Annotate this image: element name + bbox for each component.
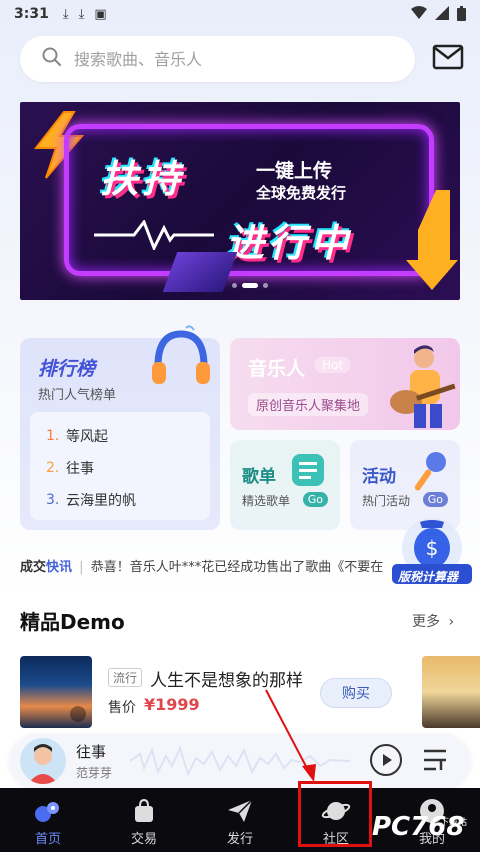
chevron-right-icon: › bbox=[448, 614, 455, 630]
demo-section-title: 精品Demo bbox=[20, 610, 125, 634]
tab-home[interactable]: 首页 bbox=[0, 788, 96, 852]
banner-line2: 全球免费发行 bbox=[256, 184, 347, 202]
play-icon bbox=[70, 706, 86, 722]
microphone-icon bbox=[410, 450, 450, 498]
artist-subtitle: 原创音乐人聚集地 bbox=[248, 393, 369, 416]
ranking-number: 1. bbox=[46, 428, 60, 444]
ranking-song-name: 往事 bbox=[66, 461, 94, 477]
ticker-highlight: 快讯 bbox=[46, 560, 73, 575]
search-box[interactable] bbox=[20, 36, 415, 82]
ranking-number: 3. bbox=[46, 492, 60, 508]
ranking-item[interactable]: 2. 往事 bbox=[46, 452, 210, 484]
ranking-item[interactable]: 3. 云海里的帆 bbox=[46, 484, 210, 516]
demo-cover[interactable] bbox=[20, 656, 92, 728]
playlist-icon bbox=[290, 450, 330, 494]
status-time: 3:31 bbox=[14, 6, 49, 22]
guitarist-illustration-icon bbox=[380, 344, 460, 430]
carousel-indicator bbox=[232, 283, 268, 288]
ranking-title: 排行榜 bbox=[38, 358, 96, 380]
artist-card[interactable]: 音乐人 Hot 原创音乐人聚集地 bbox=[230, 338, 460, 430]
play-button[interactable] bbox=[370, 744, 402, 776]
royalty-calculator-button[interactable]: $ 版税计算器 bbox=[392, 518, 472, 592]
more-link[interactable]: 更多 › bbox=[412, 611, 454, 631]
playlist-menu-icon[interactable] bbox=[422, 748, 448, 776]
tab-trade[interactable]: 交易 bbox=[96, 788, 192, 852]
ticker-divider: | bbox=[79, 560, 84, 575]
tab-label: 首页 bbox=[34, 832, 61, 847]
ranking-song-name: 等风起 bbox=[66, 429, 108, 445]
signal-icon bbox=[435, 6, 449, 25]
tab-label: 交易 bbox=[130, 832, 157, 847]
tab-publish[interactable]: 发行 bbox=[192, 788, 288, 852]
banner-headline-top: 扶持 bbox=[100, 156, 185, 201]
carousel-dot bbox=[263, 283, 268, 288]
price-value: ¥1999 bbox=[144, 695, 200, 714]
player-artist: 范芽芽 bbox=[76, 766, 113, 780]
status-bar: 3:31 ⤓ ⤓ ▣ bbox=[0, 0, 480, 28]
search-icon bbox=[42, 47, 62, 71]
ticker-prefix: 成交 bbox=[20, 560, 47, 575]
activity-subtitle: 热门活动 bbox=[362, 494, 411, 508]
shopping-bag-icon bbox=[132, 798, 156, 824]
home-icon bbox=[33, 798, 63, 824]
artist-title: 音乐人 bbox=[248, 358, 306, 380]
watermark-sub: 下载站 bbox=[440, 818, 468, 828]
activity-title: 活动 bbox=[362, 467, 396, 487]
carousel-dot bbox=[232, 283, 237, 288]
banner-line1: 一键上传 bbox=[256, 160, 333, 182]
annotation-highlight-box bbox=[298, 781, 372, 847]
ranking-item[interactable]: 1. 等风起 bbox=[46, 420, 210, 452]
decorative-cube bbox=[162, 252, 238, 292]
annotation-arrow bbox=[262, 686, 322, 790]
search-row bbox=[20, 36, 464, 82]
buy-button[interactable]: 购买 bbox=[320, 678, 392, 708]
price-label: 售价 bbox=[108, 700, 136, 716]
mini-player[interactable]: 往事 范芽芽 bbox=[10, 734, 470, 788]
wifi-icon bbox=[411, 6, 427, 25]
ranking-list: 1. 等风起 2. 往事 3. 云海里的帆 bbox=[30, 412, 210, 520]
carousel-dot-active bbox=[242, 283, 258, 288]
mail-icon[interactable] bbox=[432, 44, 464, 72]
download-icon: ⤓ bbox=[78, 6, 85, 22]
demo-cover-next[interactable] bbox=[422, 656, 480, 728]
banner-headline-bottom: 进行中 bbox=[226, 220, 353, 265]
tab-label: 发行 bbox=[226, 832, 253, 847]
genre-tag: 流行 bbox=[108, 668, 143, 687]
more-label: 更多 bbox=[412, 614, 440, 630]
battery-icon bbox=[457, 6, 466, 25]
promo-banner[interactable]: 扶持 一键上传 全球免费发行 进行中 bbox=[20, 102, 460, 300]
activity-go-badge: Go bbox=[422, 492, 448, 507]
heartbeat-wave-icon bbox=[94, 218, 214, 254]
arrow-decoration-icon bbox=[398, 190, 458, 294]
songlist-subtitle: 精选歌单 bbox=[242, 494, 291, 508]
avatar bbox=[20, 738, 66, 784]
songlist-card[interactable]: 歌单 精选歌单 Go bbox=[230, 440, 340, 530]
headphone-icon bbox=[146, 324, 216, 398]
activity-card[interactable]: 活动 热门活动 Go bbox=[350, 440, 460, 530]
news-ticker[interactable]: 成交快讯 | 恭喜！音乐人叶***花已经成功售出了歌曲《不要在 bbox=[20, 556, 420, 576]
download-icon: ⤓ bbox=[62, 6, 69, 22]
ranking-card[interactable]: 排行榜 热门人气榜单 1. 等风起 2. 往事 3. 云海里的帆 bbox=[20, 325, 220, 530]
ticker-text: 恭喜！音乐人叶***花已经成功售出了歌曲《不要在 bbox=[90, 560, 384, 575]
search-input[interactable] bbox=[74, 49, 354, 69]
svg-text:$: $ bbox=[426, 536, 439, 560]
hot-badge: Hot bbox=[314, 357, 352, 373]
player-song-title: 往事 bbox=[76, 743, 107, 761]
ranking-song-name: 云海里的帆 bbox=[66, 493, 136, 509]
songlist-go-badge: Go bbox=[302, 492, 328, 507]
app-notification-icon: ▣ bbox=[94, 6, 107, 22]
ranking-number: 2. bbox=[46, 460, 60, 476]
ranking-subtitle: 热门人气榜单 bbox=[38, 388, 117, 403]
songlist-title: 歌单 bbox=[242, 467, 276, 487]
paper-plane-icon bbox=[226, 798, 254, 824]
